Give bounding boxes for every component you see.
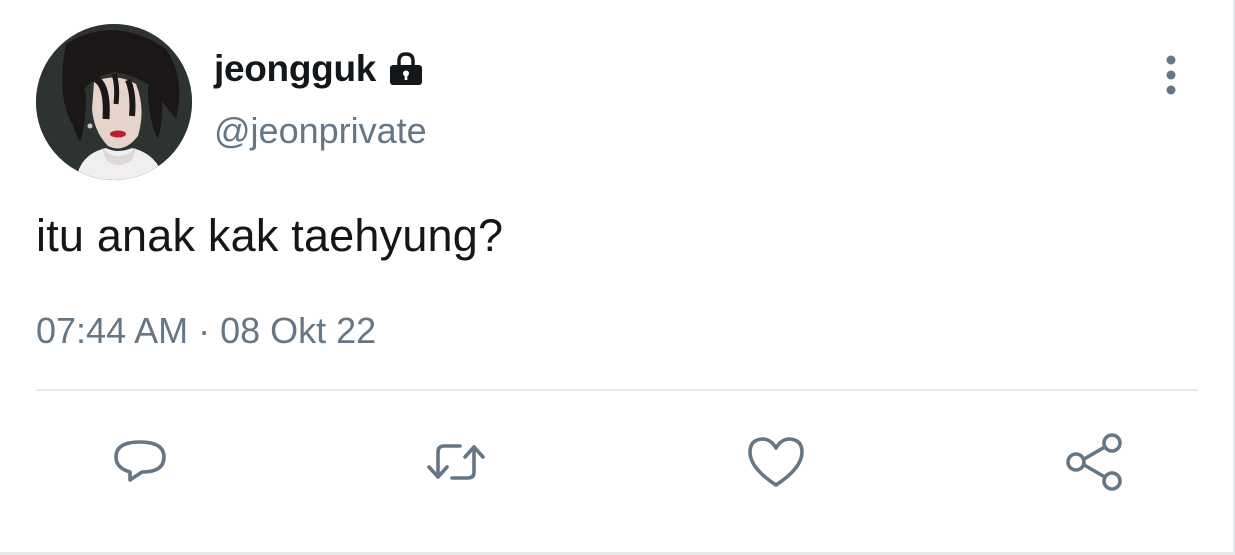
- share-icon: [1066, 433, 1122, 491]
- user-handle[interactable]: @jeonprivate: [214, 110, 427, 152]
- like-button[interactable]: [744, 430, 808, 494]
- more-icon[interactable]: [1156, 54, 1186, 98]
- avatar-image: [36, 24, 192, 180]
- display-name-row: jeongguk: [214, 44, 426, 94]
- reply-button[interactable]: [108, 430, 172, 494]
- divider: [36, 389, 1198, 391]
- tweet-meta: 07:44 AM · 08 Okt 22: [36, 310, 376, 352]
- lock-icon: [386, 49, 426, 89]
- share-button[interactable]: [1062, 430, 1126, 494]
- display-name[interactable]: jeongguk: [214, 48, 376, 90]
- tweet-card: jeongguk @jeonprivate itu anak kak taehy…: [0, 0, 1235, 555]
- reply-icon: [114, 440, 166, 482]
- tweet-text: itu anak kak taehyung?: [36, 210, 504, 261]
- retweet-icon: [427, 444, 485, 480]
- avatar[interactable]: [36, 24, 192, 180]
- tweet-date[interactable]: 08 Okt 22: [220, 310, 376, 351]
- retweet-button[interactable]: [424, 430, 488, 494]
- meta-separator: ·: [188, 310, 221, 351]
- like-icon: [748, 437, 804, 487]
- tweet-time[interactable]: 07:44 AM: [36, 310, 188, 351]
